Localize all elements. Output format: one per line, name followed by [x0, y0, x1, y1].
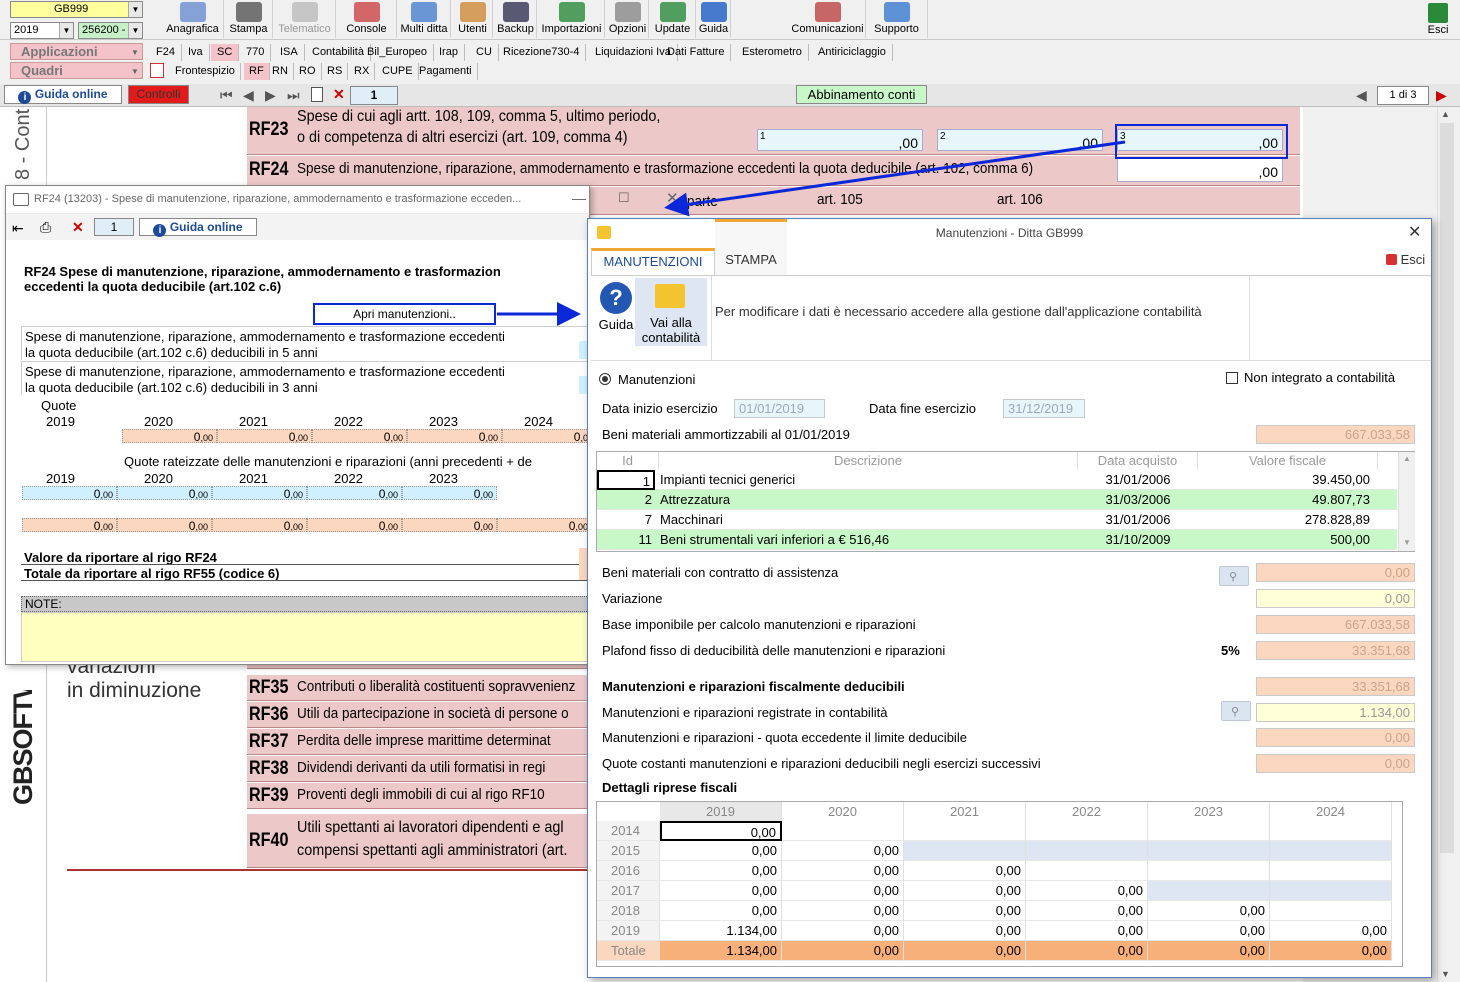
app-tab-sc[interactable]: SC [211, 44, 240, 61]
toolbar-button-anagrafica[interactable]: Anagrafica [162, 0, 224, 38]
guida-icon [700, 2, 727, 22]
toolbar-button-stampa[interactable]: Stampa [225, 0, 273, 38]
console-icon [353, 2, 380, 22]
app-tab-cu[interactable]: CU [470, 44, 499, 61]
arrow-rf23-to-window [664, 140, 1126, 217]
toolbar-button-label: Supporto [874, 23, 919, 35]
toolbar-button-label: Guida [698, 23, 729, 35]
toolbar-button-update[interactable]: Update [650, 0, 696, 38]
callout-arrows [497, 140, 1126, 326]
toolbar-button-utenti[interactable]: Utenti [453, 0, 493, 38]
toolbar-button-guida[interactable]: Guida [697, 0, 731, 38]
app-tab-isa[interactable]: ISA [274, 44, 305, 61]
quadri-tab-cupe[interactable]: CUPE [377, 63, 419, 80]
importazioni-icon [558, 2, 585, 22]
app-tab-esterometro[interactable]: Esterometro [736, 44, 809, 61]
quadri-tab-rx[interactable]: RX [349, 63, 376, 80]
app-tab-ricezione730-4[interactable]: Ricezione730-4 [497, 44, 587, 61]
toolbar-button-label: Multi ditta [400, 23, 448, 35]
stampa-icon [235, 2, 262, 22]
toolbar-button-label: Comunicazioni [791, 23, 864, 35]
quadri-tab-pagamenti[interactable]: Pagamenti [414, 63, 478, 80]
app-tab-iva[interactable]: Iva [182, 44, 210, 61]
telematico-icon [291, 2, 318, 22]
toolbar-button-supporto[interactable]: Supporto [866, 0, 928, 38]
toolbar-button-console[interactable]: Console [337, 0, 397, 38]
toolbar-button-label: Stampa [229, 23, 268, 35]
toolbar-button-multi-ditta[interactable]: Multi ditta [398, 0, 451, 38]
quadri-tab-ro[interactable]: RO [294, 63, 322, 80]
backup-icon [502, 2, 529, 22]
quadri-tab-rf[interactable]: RF [244, 63, 270, 80]
opzioni-icon [614, 2, 641, 22]
toolbar-button-telematico[interactable]: Telematico [274, 0, 336, 38]
toolbar-button-label: Importazioni [541, 23, 602, 35]
update-icon [659, 2, 686, 22]
toolbar-button-opzioni[interactable]: Opzioni [607, 0, 649, 38]
toolbar-button-label: Anagrafica [166, 23, 219, 35]
toolbar-button-importazioni[interactable]: Importazioni [539, 0, 605, 38]
supporto-icon [883, 2, 910, 22]
toolbar-button-backup[interactable]: Backup [495, 0, 537, 38]
app-tab-f24[interactable]: F24 [150, 44, 182, 61]
app-tab-irap[interactable]: Irap [433, 44, 465, 61]
comunicazioni-icon [814, 2, 841, 22]
toolbar-button-label: Telematico [278, 23, 331, 35]
toolbar-button-label: Opzioni [608, 23, 647, 35]
quadri-tab-rn[interactable]: RN [267, 63, 294, 80]
app-tab-antiriciclaggio[interactable]: Antiriciclaggio [812, 44, 893, 61]
app-tab-bil_europeo[interactable]: Bil_Europeo [361, 44, 434, 61]
quadri-tab-rs[interactable]: RS [322, 63, 349, 80]
quadri-tab-frontespizio[interactable]: Frontespizio [170, 63, 241, 80]
toolbar-button-label: Console [346, 23, 387, 35]
app-tab-dati fatture[interactable]: Dati Fatture [661, 44, 732, 61]
utenti-icon [459, 2, 486, 22]
toolbar-button-label: Utenti [458, 23, 487, 35]
toolbar-button-label: Backup [497, 23, 534, 35]
toolbar-button-label: Update [654, 23, 691, 35]
multi-ditta-icon [411, 2, 437, 22]
app-tab-770[interactable]: 770 [240, 44, 272, 61]
anagrafica-icon [179, 2, 206, 22]
toolbar-button-comunicazioni[interactable]: Comunicazioni [790, 0, 866, 38]
